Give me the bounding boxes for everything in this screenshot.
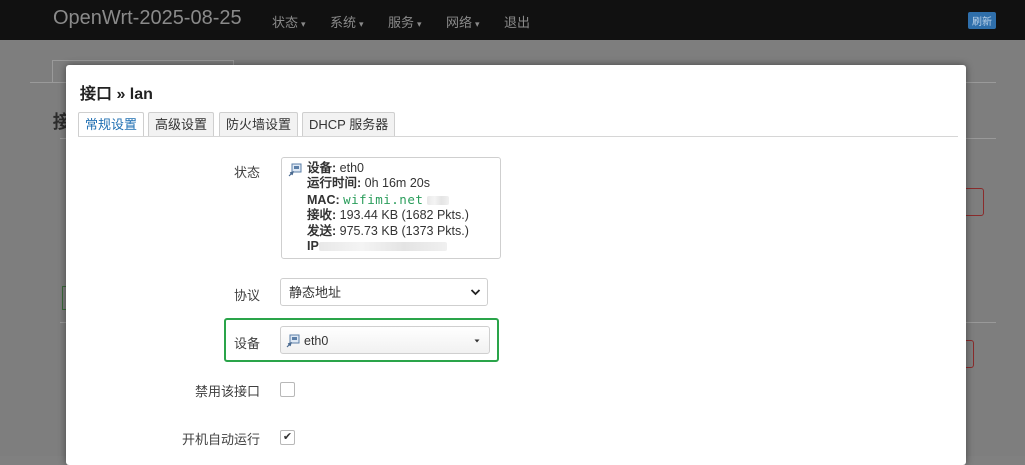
caret-down-icon: ▾ [301,19,306,29]
check-icon: ✔ [282,431,293,443]
tab-advanced[interactable]: 高级设置 [148,112,215,136]
tab-general[interactable]: 常规设置 [78,112,145,137]
watermark: wifimi.net [343,191,424,207]
nav-network[interactable]: 网络 ▾ [446,12,480,31]
modal-title: 接口 » lan [80,86,153,103]
nav-system[interactable]: 系统 ▾ [330,12,364,31]
tab-divider [78,136,958,137]
autostart-label: 开机自动运行 [181,432,260,447]
nav-services[interactable]: 服务 ▾ [388,12,422,31]
tab-firewall[interactable]: 防火墙设置 [219,112,299,136]
disable-interface-checkbox[interactable] [280,382,295,397]
tab-dhcp[interactable]: DHCP 服务器 [302,112,396,136]
protocol-label: 协议 [233,288,260,303]
device-label: 设备 [233,336,260,351]
redacted-value [426,196,449,206]
caret-down-icon [474,339,480,343]
nav-status[interactable]: 状态 ▾ [272,12,306,31]
brand-title[interactable]: OpenWrt-2025-08-25 [53,7,242,30]
status-box: 设备: eth0 运行时间: 0h 16m 20s MAC: wifimi.ne… [281,157,501,259]
caret-down-icon: ▾ [359,19,364,29]
status-label: 状态 [233,165,260,180]
device-value: eth0 [304,334,329,348]
chevron-down-icon [470,289,481,296]
caret-down-icon: ▾ [417,19,422,29]
disable-interface-label: 禁用该接口 [194,384,260,399]
refresh-badge[interactable]: 刷新 [968,12,996,29]
ethernet-port-icon [288,163,302,177]
top-navbar: OpenWrt-2025-08-25 状态 ▾ 系统 ▾ 服务 ▾ 网络 ▾ 退出 刷新 [0,0,1025,40]
protocol-select[interactable]: 静态地址 [280,278,488,306]
caret-down-icon: ▾ [475,19,480,29]
autostart-checkbox[interactable]: ✔ [280,430,295,445]
ethernet-port-icon [286,334,300,348]
nav-logout[interactable]: 退出 [504,12,530,31]
redacted-value [318,242,447,252]
interface-modal: 接口 » lan 常规设置 高级设置 防火墙设置 DHCP 服务器 状态 设备:… [66,65,966,465]
device-dropdown[interactable]: eth0 [280,326,490,354]
status-details: 设备: eth0 运行时间: 0h 16m 20s MAC: wifimi.ne… [307,161,469,254]
